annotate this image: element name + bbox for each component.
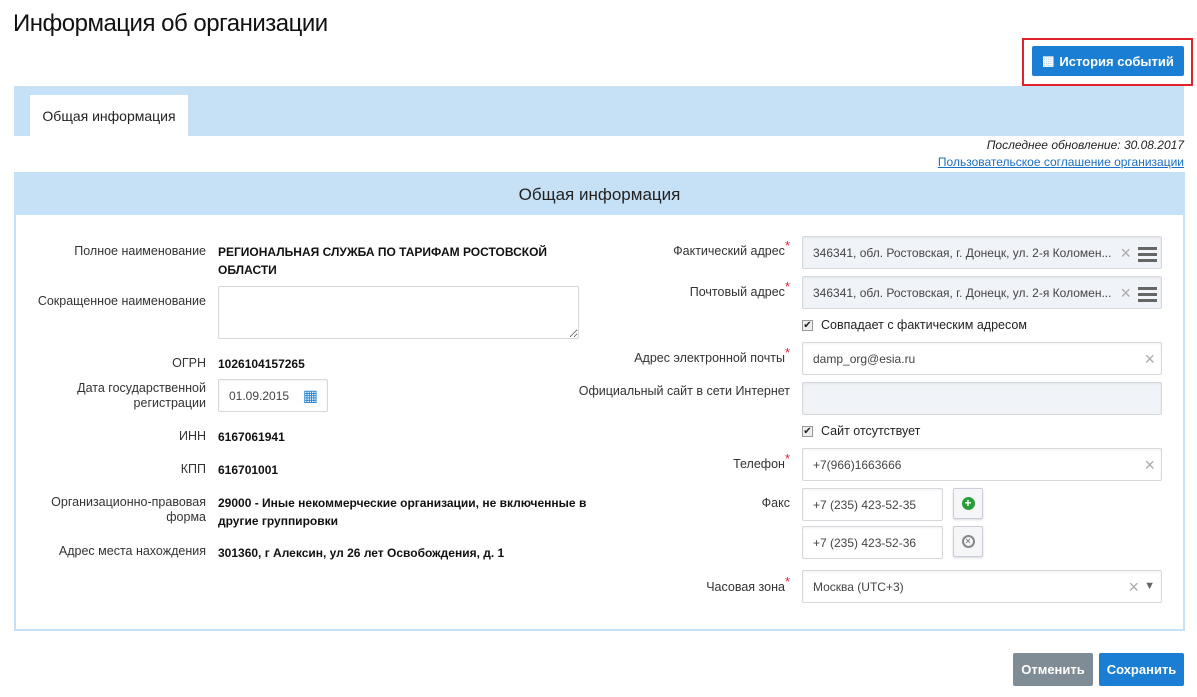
phone-value: +7(966)1663666 bbox=[813, 457, 902, 472]
same-address-checkbox[interactable]: ✔ Совпадает с фактическим адресом bbox=[802, 318, 1027, 332]
required-mark: * bbox=[784, 238, 790, 253]
actual-address-value: 346341, обл. Ростовская, г. Донецк, ул. … bbox=[813, 245, 1112, 260]
short-name-label: Сокращенное наименование bbox=[37, 294, 206, 308]
ogrn-value: 1026104157265 bbox=[218, 357, 305, 371]
calendar-icon[interactable]: ▦ bbox=[303, 386, 318, 406]
fax-label: Факс bbox=[761, 496, 790, 510]
postal-address-value: 346341, обл. Ростовская, г. Донецк, ул. … bbox=[813, 285, 1112, 300]
opf-value: 29000 - Иные некоммерческие организации,… bbox=[218, 496, 587, 528]
phone-input[interactable]: +7(966)1663666 × bbox=[802, 448, 1162, 481]
chevron-down-icon[interactable]: ▼ bbox=[1144, 580, 1155, 592]
remove-fax-button[interactable]: × bbox=[953, 526, 983, 557]
checkbox-checked-icon: ✔ bbox=[802, 319, 813, 331]
location-value: 301360, г Алексин, ул 26 лет Освобождени… bbox=[218, 546, 505, 560]
no-site-checkbox[interactable]: ✔ Сайт отсутствует bbox=[802, 424, 920, 438]
menu-icon[interactable] bbox=[1138, 247, 1157, 265]
add-fax-button[interactable]: + bbox=[953, 488, 983, 519]
website-input[interactable] bbox=[802, 382, 1162, 415]
event-history-button[interactable]: ▦ История событий bbox=[1032, 46, 1184, 76]
checkbox-checked-icon: ✔ bbox=[802, 425, 813, 437]
postal-address-input[interactable]: 346341, обл. Ростовская, г. Донецк, ул. … bbox=[802, 276, 1162, 309]
postal-address-label: Почтовый адрес* bbox=[689, 279, 790, 299]
full-name-value: РЕГИОНАЛЬНАЯ СЛУЖБА ПО ТАРИФАМ РОСТОВСКО… bbox=[218, 245, 548, 277]
plus-circle-icon: + bbox=[961, 497, 975, 510]
email-input[interactable]: damp_org@esia.ru × bbox=[802, 342, 1162, 375]
timezone-value: Москва (UTC+3) bbox=[813, 579, 904, 594]
actual-address-label: Фактический адрес* bbox=[673, 238, 790, 258]
tab-general-info[interactable]: Общая информация bbox=[30, 95, 188, 136]
tab-bar bbox=[14, 86, 1184, 136]
short-name-input[interactable] bbox=[218, 286, 579, 339]
reg-date-input[interactable]: 01.09.2015 ▦ bbox=[218, 379, 328, 412]
location-label: Адрес места нахождения bbox=[58, 544, 206, 558]
kpp-label: КПП bbox=[180, 462, 206, 476]
fax-input-2[interactable]: +7 (235) 423-52-36 bbox=[802, 526, 943, 559]
ogrn-label: ОГРН bbox=[172, 356, 206, 370]
website-label: Официальный сайт в сети Интернет bbox=[578, 384, 790, 398]
phone-label: Телефон* bbox=[733, 451, 790, 471]
timezone-select[interactable]: Москва (UTC+3) × ▼ bbox=[802, 570, 1162, 603]
kpp-value: 616701001 bbox=[218, 463, 279, 477]
panel-title: Общая информация bbox=[16, 174, 1183, 215]
fax-input-1[interactable]: +7 (235) 423-52-35 bbox=[802, 488, 943, 521]
clear-icon[interactable]: × bbox=[1120, 283, 1131, 304]
full-name-label: Полное наименование bbox=[74, 244, 206, 258]
timezone-label: Часовая зона* bbox=[706, 574, 790, 594]
clear-icon[interactable]: × bbox=[1128, 577, 1139, 598]
menu-icon[interactable] bbox=[1138, 287, 1157, 305]
calendar-icon: ▦ bbox=[1042, 53, 1055, 68]
reg-date-value: 01.09.2015 bbox=[229, 388, 290, 403]
remove-circle-icon: × bbox=[961, 535, 975, 548]
clear-icon[interactable]: × bbox=[1144, 455, 1155, 476]
general-info-panel: Общая информация Полное наименование РЕГ… bbox=[14, 172, 1185, 631]
agreement-link[interactable]: Пользовательское соглашение организации bbox=[938, 155, 1184, 169]
inn-label: ИНН bbox=[178, 429, 206, 443]
cancel-button[interactable]: Отменить bbox=[1013, 653, 1093, 686]
last-update: Последнее обновление: 30.08.2017 bbox=[986, 138, 1184, 152]
page-title: Информация об организации bbox=[13, 10, 328, 37]
inn-value: 6167061941 bbox=[218, 430, 285, 444]
clear-icon[interactable]: × bbox=[1120, 243, 1131, 264]
email-label: Адрес электронной почты* bbox=[634, 345, 790, 365]
clear-icon[interactable]: × bbox=[1144, 349, 1155, 370]
email-value: damp_org@esia.ru bbox=[813, 351, 916, 366]
save-button[interactable]: Сохранить bbox=[1099, 653, 1184, 686]
reg-date-label: Дата государственной регистрации bbox=[77, 381, 206, 410]
opf-label: Организационно-правовая форма bbox=[51, 495, 206, 524]
actual-address-input[interactable]: 346341, обл. Ростовская, г. Донецк, ул. … bbox=[802, 236, 1162, 269]
event-history-label: История событий bbox=[1059, 53, 1174, 69]
